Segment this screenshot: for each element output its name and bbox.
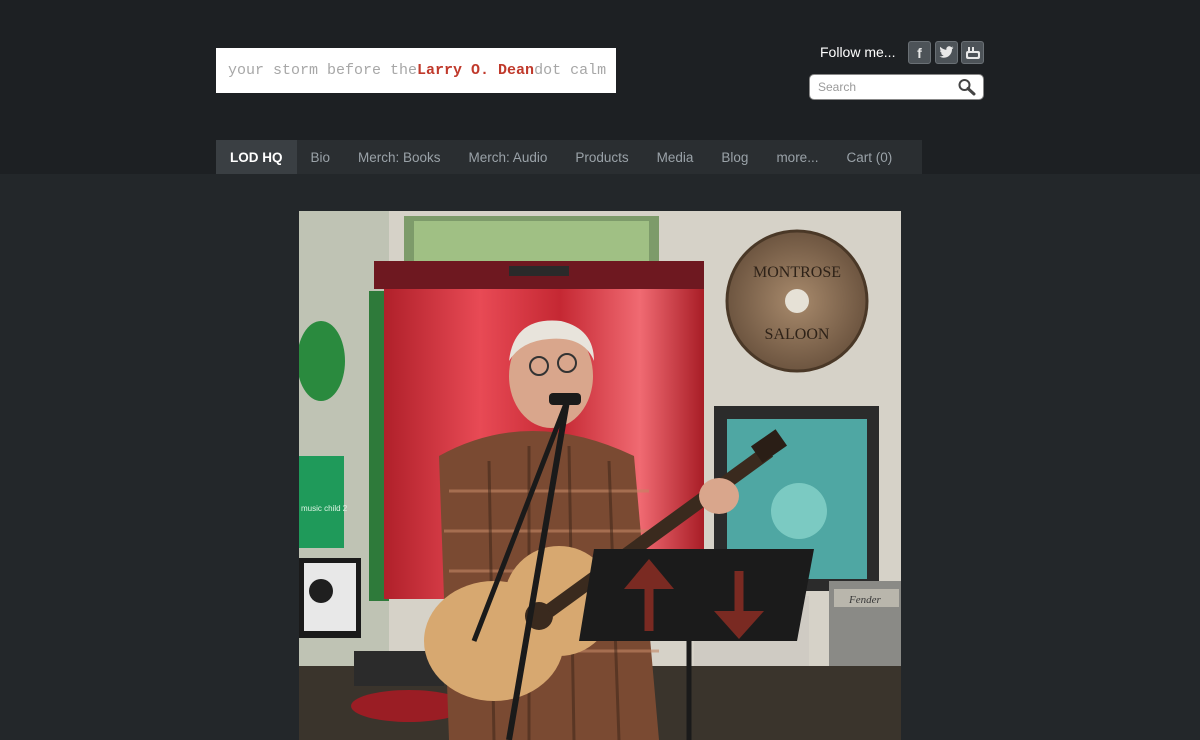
amp-label: Fender xyxy=(848,594,881,606)
search-input[interactable] xyxy=(818,79,953,95)
main-nav: LOD HQ Bio Merch: Books Merch: Audio Pro… xyxy=(216,140,922,174)
nav-item-bio[interactable]: Bio xyxy=(297,140,345,174)
nav-item-merch-audio[interactable]: Merch: Audio xyxy=(455,140,562,174)
search-icon[interactable] xyxy=(957,78,977,96)
site-logo[interactable]: your storm before the Larry O. Dean dot … xyxy=(216,48,616,93)
logo-text-part1: your storm before the xyxy=(228,62,418,79)
youtube-icon[interactable] xyxy=(961,41,984,64)
nav-item-merch-books[interactable]: Merch: Books xyxy=(344,140,455,174)
nav-item-products[interactable]: Products xyxy=(561,140,642,174)
poster-text: music child 2 xyxy=(301,504,348,513)
nav-item-lod-hq[interactable]: LOD HQ xyxy=(216,140,297,174)
facebook-icon[interactable]: f xyxy=(908,41,931,64)
logo-text-part3: dot calm xyxy=(534,62,607,79)
nav-item-cart[interactable]: Cart (0) xyxy=(832,140,906,174)
search-box xyxy=(809,74,984,100)
hero-photo: MONTROSE SALOON music child 2 Fender xyxy=(299,211,901,740)
nav-item-blog[interactable]: Blog xyxy=(707,140,762,174)
sign-text-saloon: SALOON xyxy=(765,326,830,343)
nav-item-more[interactable]: more... xyxy=(762,140,832,174)
nav-item-media[interactable]: Media xyxy=(643,140,708,174)
facebook-glyph: f xyxy=(917,44,922,61)
sign-text-montrose: MONTROSE xyxy=(753,264,841,281)
twitter-icon[interactable] xyxy=(935,41,958,64)
logo-text-name: Larry O. Dean xyxy=(417,62,535,79)
follow-label: Follow me... xyxy=(820,44,896,60)
